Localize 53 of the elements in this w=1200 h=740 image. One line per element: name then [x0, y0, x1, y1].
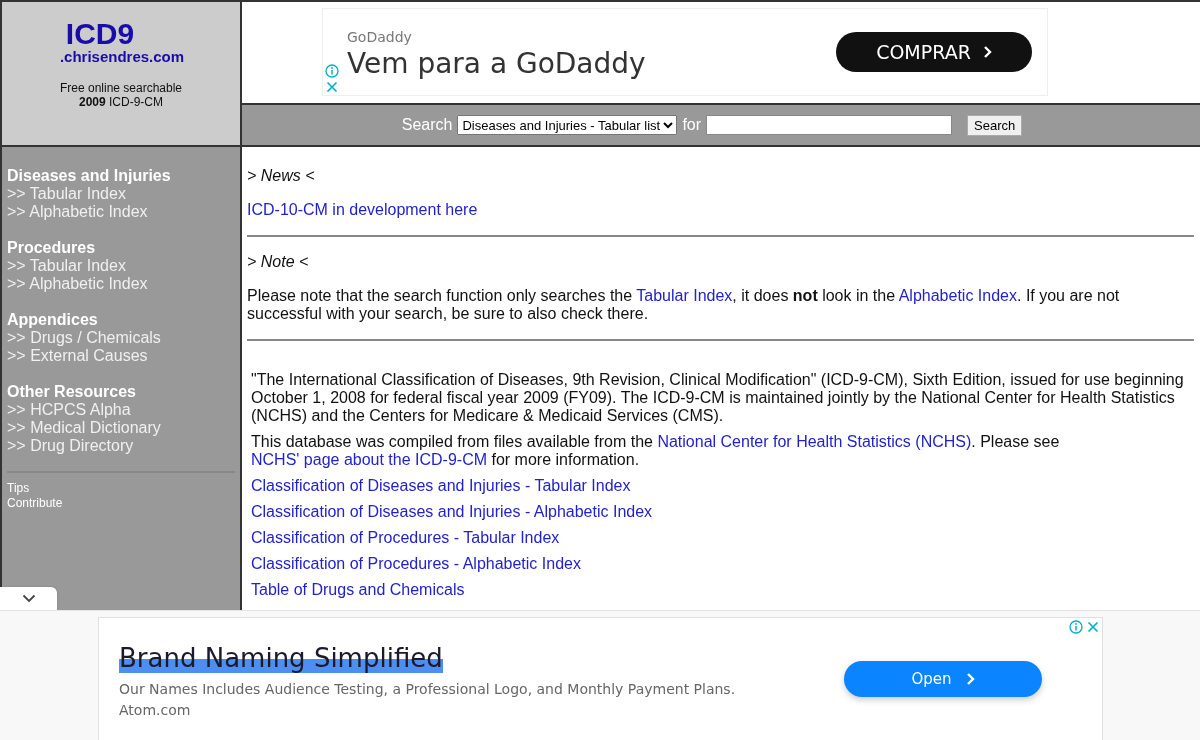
sidebar-link[interactable]: >> Medical Dictionary: [7, 419, 235, 437]
close-icon: [1087, 621, 1099, 633]
intro-paragraph: "The International Classification of Diseases, 9th Revision, Clinical Modification" (ICD-9-CM), Sixth Edition, issued for use beginning October 1, 2008 for federal fiscal year 2009 (FY09). The ICD-9-CM is maintained jointly by the National Center for Health Statistics (NCHS) and the Centers for Medicare & Medicaid Services (CMS).: [251, 371, 1185, 425]
index-link[interactable]: Classification of Diseases and Injuries - Tabular Index: [251, 477, 631, 494]
ad-brand: GoDaddy: [347, 29, 413, 45]
text-link[interactable]: Alphabetic Index: [898, 287, 1017, 304]
open-button[interactable]: Open: [844, 661, 1042, 697]
info-icon: [325, 64, 339, 78]
sidebar-link[interactable]: >> Drugs / Chemicals: [7, 329, 235, 347]
category-select[interactable]: Diseases and Injuries - Tabular list: [457, 115, 678, 135]
sidebar-heading[interactable]: Diseases and Injuries: [7, 167, 235, 185]
note-paragraph: Please note that the search function only searches the Tabular Index, it does not look in the Alphabetic Index. If you are not successful with your search, be sure to also check there.: [247, 287, 1121, 323]
chevron-right-icon: [982, 45, 992, 59]
search-label: Search: [401, 116, 453, 134]
logo-title[interactable]: ICD9: [65, 20, 135, 48]
sidebar-link[interactable]: Contribute: [7, 496, 235, 511]
ad-text: Our Names Includes Audience Testing, a Professional Logo, and Monthly Payment Plans.: [119, 680, 736, 699]
index-link[interactable]: Table of Drugs and Chemicals: [251, 581, 465, 598]
sidebar-heading[interactable]: Appendices: [7, 311, 235, 329]
source-paragraph: This database was compiled from files available from the National Center for Health Statistics (NCHS). Please see NCHS' page about the ICD-9-CM for more information.: [251, 433, 1061, 469]
ad-domain: Atom.com: [119, 701, 192, 720]
info-icon: [1069, 620, 1083, 634]
sidebar-link[interactable]: >> Drug Directory: [7, 437, 235, 455]
sidebar-link[interactable]: >> Tabular Index: [7, 257, 235, 275]
search-field[interactable]: [706, 115, 953, 135]
collapse-tab[interactable]: [0, 587, 57, 610]
index-link[interactable]: Classification of Procedures - Alphabetic Index: [251, 555, 581, 572]
section-heading: > News <: [247, 167, 316, 185]
text-link[interactable]: Tabular Index: [636, 287, 733, 304]
text-link[interactable]: National Center for Health Statistics (NCHS): [657, 433, 972, 450]
ad-headline: Vem para a GoDaddy: [347, 47, 646, 80]
buy-button[interactable]: COMPRAR: [836, 32, 1032, 72]
index-link[interactable]: Classification of Diseases and Injuries - Alphabetic Index: [251, 503, 653, 520]
chevron-down-icon: [21, 594, 36, 603]
text-link[interactable]: NCHS' page about the ICD-9-CM: [251, 451, 488, 468]
chevron-right-icon: [965, 672, 975, 686]
sidebar-heading[interactable]: Other Resources: [7, 383, 235, 401]
sidebar-link[interactable]: >> Alphabetic Index: [7, 275, 235, 293]
close-icon: [326, 81, 338, 93]
for-label: for: [682, 116, 702, 134]
sidebar-link[interactable]: >> Tabular Index: [7, 185, 235, 203]
tagline-text: 2009 ICD-9-CM: [77, 95, 164, 109]
sidebar-link[interactable]: >> Alphabetic Index: [7, 203, 235, 221]
sidebar-heading[interactable]: Procedures: [7, 239, 235, 257]
logo-domain[interactable]: .chrisendres.com: [59, 48, 185, 66]
sidebar-link[interactable]: >> External Causes: [7, 347, 235, 365]
news-link[interactable]: ICD-10-CM in development here: [247, 201, 478, 218]
sidebar-link[interactable]: >> HCPCS Alpha: [7, 401, 235, 419]
tagline-text: Free online searchable: [59, 81, 183, 95]
sidebar-link[interactable]: Tips: [7, 481, 235, 496]
section-heading: > Note <: [247, 253, 310, 271]
index-link[interactable]: Classification of Procedures - Tabular Index: [251, 529, 560, 546]
search-button[interactable]: Search: [967, 114, 1023, 136]
